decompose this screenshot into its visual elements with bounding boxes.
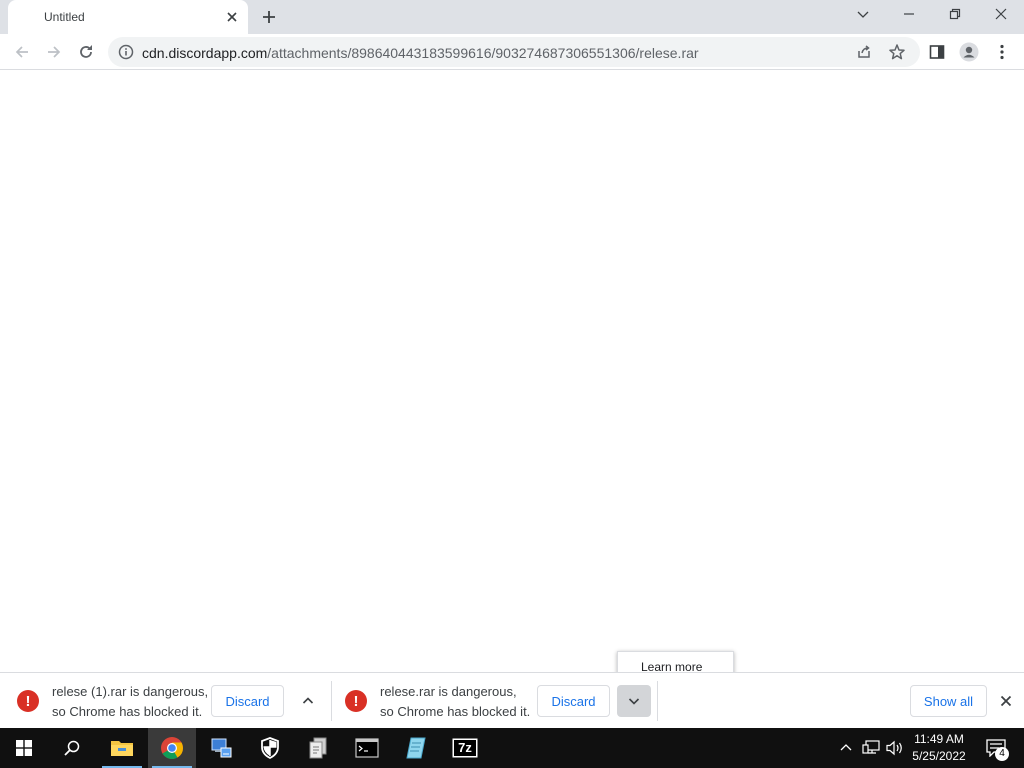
avatar-icon	[959, 42, 979, 62]
chevron-up-icon	[302, 697, 314, 704]
arrow-right-icon	[48, 46, 61, 58]
taskbar-command-prompt[interactable]	[343, 728, 391, 768]
chrome-icon	[161, 737, 183, 759]
browser-tab[interactable]: Untitled	[8, 0, 248, 34]
arrow-left-icon	[15, 46, 28, 58]
profile-button[interactable]	[959, 42, 979, 62]
download-warning-line: relese.rar is dangerous,	[380, 684, 517, 699]
chevron-up-icon	[840, 744, 852, 751]
close-shelf-button[interactable]	[998, 693, 1014, 709]
volume-tray-button[interactable]	[884, 728, 906, 768]
clock-time: 11:49 AM	[914, 732, 964, 746]
minimize-button[interactable]	[886, 0, 932, 30]
browser-toolbar: cdn.discordapp.com/attachments/898640443…	[0, 34, 1024, 70]
system-clock[interactable]: 11:49 AM 5/25/2022	[908, 731, 970, 765]
shelf-divider	[657, 681, 658, 721]
speaker-icon	[886, 740, 902, 756]
download-shelf: ! relese (1).rar is dangerous, so Chrome…	[0, 672, 1024, 728]
menu-button[interactable]	[992, 42, 1012, 62]
new-tab-button[interactable]	[260, 8, 278, 26]
kebab-menu-icon	[1000, 44, 1004, 60]
download-warning-line: so Chrome has blocked it.	[52, 704, 203, 719]
download-warning-text: relese (1).rar is dangerous, so Chrome h…	[52, 682, 208, 722]
restore-icon	[949, 8, 961, 23]
folder-icon	[111, 741, 133, 756]
reload-button[interactable]	[76, 42, 96, 62]
taskbar-document-app[interactable]	[294, 728, 342, 768]
document-stack-icon	[309, 737, 327, 759]
close-icon	[995, 8, 1007, 23]
network-tray-button[interactable]	[860, 728, 882, 768]
discard-button[interactable]: Discard	[211, 685, 284, 717]
windows-logo-icon	[16, 740, 32, 756]
download-options-button[interactable]	[617, 685, 651, 717]
side-panel-icon	[929, 45, 945, 59]
info-icon[interactable]	[118, 44, 134, 63]
restore-button[interactable]	[932, 0, 978, 30]
side-panel-button[interactable]	[927, 42, 947, 62]
seven-zip-label: 7z	[458, 740, 472, 755]
show-all-button[interactable]: Show all	[910, 685, 987, 717]
chevron-down-icon	[628, 698, 640, 705]
discard-button[interactable]: Discard	[537, 685, 610, 717]
url-path: /attachments/898640443183599616/90327468…	[267, 45, 699, 61]
tab-close-icon[interactable]	[224, 9, 240, 25]
danger-warning-icon: !	[345, 690, 367, 712]
shield-icon	[261, 737, 279, 759]
tab-title: Untitled	[44, 10, 85, 24]
back-button[interactable]	[12, 42, 32, 62]
share-icon[interactable]	[856, 44, 872, 63]
taskbar-network-app[interactable]	[197, 728, 245, 768]
url-host: cdn.discordapp.com	[142, 45, 268, 61]
terminal-icon	[355, 738, 379, 758]
taskbar-file-explorer[interactable]	[98, 728, 146, 768]
close-icon	[1000, 695, 1012, 707]
taskbar-notepad[interactable]	[392, 728, 440, 768]
notepad-icon	[406, 737, 426, 759]
taskbar-chrome[interactable]	[148, 728, 196, 768]
search-button[interactable]	[48, 728, 96, 768]
search-icon	[64, 740, 80, 756]
show-hidden-icons-button[interactable]	[836, 728, 856, 768]
url-text[interactable]: cdn.discordapp.com/attachments/898640443…	[142, 45, 699, 61]
taskbar-7zip[interactable]: 7z	[441, 728, 489, 768]
page-content	[0, 71, 1024, 671]
download-options-button[interactable]	[291, 685, 325, 717]
reload-icon	[80, 45, 92, 58]
chevron-down-icon	[857, 8, 869, 23]
network-icon	[862, 740, 880, 754]
computer-network-icon	[211, 738, 232, 758]
bookmark-star-icon[interactable]	[888, 43, 906, 64]
download-warning-line: relese (1).rar is dangerous,	[52, 684, 209, 699]
forward-button[interactable]	[44, 42, 64, 62]
action-center-button[interactable]: 4	[978, 728, 1014, 768]
tab-search-button[interactable]	[840, 0, 886, 30]
taskbar-security[interactable]	[246, 728, 294, 768]
download-warning-text: relese.rar is dangerous, so Chrome has b…	[380, 682, 530, 722]
notification-count-badge: 4	[995, 747, 1009, 761]
start-button[interactable]	[0, 728, 48, 768]
shelf-divider	[331, 681, 332, 721]
download-warning-line: so Chrome has blocked it.	[380, 704, 531, 719]
danger-warning-icon: !	[17, 690, 39, 712]
minimize-icon	[903, 8, 915, 23]
tab-strip: Untitled	[0, 0, 1024, 34]
address-bar[interactable]: cdn.discordapp.com/attachments/898640443…	[108, 37, 920, 67]
clock-date: 5/25/2022	[912, 749, 966, 763]
windows-taskbar: 7z 11:49 AM 5/25/2022 4	[0, 728, 1024, 768]
close-window-button[interactable]	[978, 0, 1024, 30]
